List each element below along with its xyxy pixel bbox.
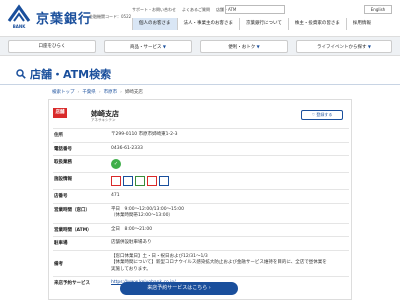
- title-divider: [0, 84, 400, 85]
- bank-code: 金融機関コード：0522: [89, 14, 132, 19]
- row-value: 〒299-0110 市原市姉崎東1-2-3: [111, 132, 178, 137]
- top-links: サポート・お問い合わせ よくあるご質問 店舗・ATM: [132, 7, 236, 13]
- row-label: 電話番号: [54, 146, 72, 152]
- breadcrumb-prefecture[interactable]: 千葉県: [82, 90, 96, 95]
- top-link-faq[interactable]: よくあるご質問: [182, 7, 210, 13]
- row-label: 駐車場: [54, 241, 68, 246]
- main-nav: 口座をひらく 商品・サービス ▼ 便利・おトク ▼ ライフイベントから探す ▼: [0, 36, 400, 56]
- row-value: 0436-61-2333: [111, 145, 143, 151]
- table-row: 施設情報: [53, 172, 349, 189]
- table-row: 店番号 471: [53, 189, 349, 203]
- hours-break-line: （休業時間帯12:00～13:00）: [111, 213, 173, 218]
- nav-convenient-label: 便利・おトク: [228, 45, 256, 50]
- row-value: ✓: [111, 156, 349, 172]
- segment-nav: 個人のお客さま 法人・事業主のお客さま 京葉銀行について 株主・投資家の皆さま …: [132, 18, 377, 30]
- nav-life-events-label: ライフイベントから探す: [316, 45, 367, 50]
- row-label: 営業時間（ATM）: [54, 227, 92, 233]
- logo-bank-text: BANK: [12, 24, 26, 29]
- table-row: 営業時間（窓口） 平日 9:00～12:00/13:00～15:00 （休業時間…: [53, 202, 349, 223]
- nav-products[interactable]: 商品・サービス ▼: [104, 40, 192, 53]
- nav-open-account[interactable]: 口座をひらく: [8, 40, 96, 53]
- chevron-down-icon: ▼: [162, 44, 166, 49]
- service-icon: ✓: [111, 159, 121, 169]
- branch-card: 店舗 姉崎支店 アネサキシテン ♡ 登録する 住所 〒299-0110 市原市姉…: [48, 99, 352, 300]
- row-label: 営業時間（窓口）: [54, 207, 90, 213]
- breadcrumb: 検索トップ › 千葉県 › 市原市 › 姉崎支店: [52, 89, 143, 95]
- english-button[interactable]: English: [364, 5, 392, 14]
- page-title-text: 店舗・ATM検索: [30, 68, 112, 81]
- row-label: 施設情報: [54, 177, 72, 182]
- facility-icon: [159, 176, 169, 186]
- branch-type-badge: 店舗: [53, 108, 67, 118]
- segment-about[interactable]: 京葉銀行について: [239, 18, 288, 30]
- page-title: 店舗・ATM検索: [16, 66, 111, 82]
- breadcrumb-separator-icon: ›: [77, 90, 80, 95]
- breadcrumb-city[interactable]: 市原市: [104, 90, 118, 95]
- table-row: 駐車場 店舗併設駐車場あり: [53, 236, 349, 250]
- row-value: 全日 8:00～21:00: [111, 226, 153, 232]
- breadcrumb-current: 姉崎支店: [124, 90, 143, 95]
- brand-name[interactable]: 京葉銀行: [36, 8, 92, 27]
- segment-personal[interactable]: 個人のお客さま: [132, 18, 177, 30]
- facility-icons: [111, 176, 349, 186]
- site-search-input[interactable]: [225, 5, 285, 14]
- breadcrumb-separator-icon: ›: [120, 90, 122, 95]
- branch-kana: アネサキシテン: [91, 118, 116, 122]
- row-label: 備考: [54, 261, 63, 267]
- nav-products-label: 商品・サービス: [129, 45, 162, 50]
- row-label: 住所: [54, 133, 63, 138]
- table-row: 営業時間（ATM） 全日 8:00～21:00: [53, 222, 349, 237]
- nav-convenient[interactable]: 便利・おトク ▼: [200, 40, 288, 53]
- notes-line: 実施しております。: [111, 266, 151, 272]
- breadcrumb-separator-icon: ›: [98, 90, 101, 95]
- nav-open-account-label: 口座をひらく: [38, 44, 66, 49]
- row-value: 【窓口休業日】土・日・祝日および12/31～1/3 【休業時間について】新型コロ…: [111, 251, 349, 277]
- facility-icon: [135, 176, 145, 186]
- cta-label: 来店予約サービスはこちら: [147, 285, 208, 291]
- top-link-support[interactable]: サポート・お問い合わせ: [132, 7, 176, 13]
- row-label: 来店予約サービス: [54, 281, 90, 286]
- row-value: 店舗併設駐車場あり: [111, 240, 152, 245]
- site-header: BANK 京葉銀行 金融機関コード：0522 サポート・お問い合わせ よくあるご…: [0, 0, 400, 34]
- chevron-down-icon: ▼: [256, 44, 260, 49]
- logo-mark-icon: [7, 4, 31, 22]
- reservation-cta-button[interactable]: 来店予約サービスはこちら ›: [120, 282, 238, 295]
- row-value: 471: [111, 193, 120, 198]
- table-row: 住所 〒299-0110 市原市姉崎東1-2-3: [53, 128, 349, 142]
- facility-icon: [111, 176, 121, 186]
- row-label: 店番号: [54, 194, 68, 199]
- chevron-down-icon: ▼: [367, 44, 371, 49]
- segment-investors[interactable]: 株主・投資家の皆さま: [287, 18, 346, 30]
- branch-info-table: 住所 〒299-0110 市原市姉崎東1-2-3 電話番号 0436-61-23…: [53, 128, 349, 290]
- facility-icon: [147, 176, 157, 186]
- facility-icon: [123, 176, 133, 186]
- register-button-label: 登録する: [316, 112, 333, 117]
- table-row: 取扱業務 ✓: [53, 155, 349, 172]
- notes-line: 【休業時間について】新型コロナウイルス感染拡大防止および金融サービス維持を目的に…: [111, 260, 327, 265]
- register-button[interactable]: ♡ 登録する: [301, 110, 343, 120]
- nav-life-events[interactable]: ライフイベントから探す ▼: [296, 40, 392, 53]
- segment-recruit[interactable]: 採用情報: [345, 18, 377, 30]
- segment-business[interactable]: 法人・事業主のお客さま: [176, 18, 240, 30]
- row-label: 取扱業務: [54, 160, 72, 165]
- search-icon: [16, 69, 26, 79]
- breadcrumb-top[interactable]: 検索トップ: [52, 90, 75, 95]
- row-value: [111, 173, 349, 189]
- row-value: 平日 9:00～12:00/13:00～15:00 （休業時間帯12:00～13…: [111, 204, 349, 223]
- bank-logo[interactable]: BANK: [6, 4, 32, 32]
- table-row: 備考 【窓口休業日】土・日・祝日および12/31～1/3 【休業時間について】新…: [53, 249, 349, 277]
- table-row: 電話番号 0436-61-2333: [53, 141, 349, 156]
